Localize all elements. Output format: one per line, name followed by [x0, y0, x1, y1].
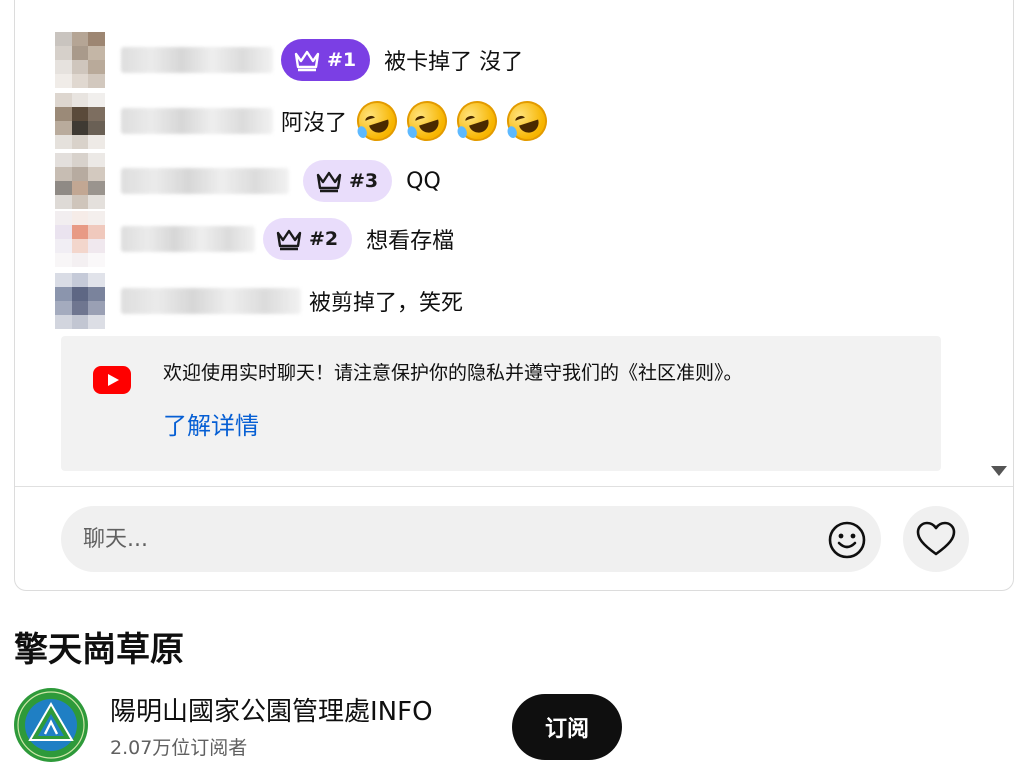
emoji-picker-smile-icon[interactable] — [827, 520, 867, 560]
avatar[interactable] — [55, 153, 105, 209]
channel-avatar[interactable] — [14, 688, 88, 762]
scroll-down-arrow-icon[interactable] — [991, 466, 1007, 476]
chat-input[interactable] — [61, 506, 881, 572]
rank-badge-label: #1 — [327, 49, 357, 71]
chat-message-text: 被卡掉了 沒了 — [384, 50, 524, 75]
rank-badge: #1 — [281, 39, 371, 81]
rank-badge-label: #2 — [309, 228, 339, 250]
rolling-laughing-emoji — [401, 95, 453, 147]
chat-message: #1 被卡掉了 沒了 — [55, 32, 523, 88]
like-heart-button[interactable] — [903, 506, 969, 572]
username-blurred[interactable] — [121, 47, 273, 73]
avatar[interactable] — [55, 93, 105, 149]
username-blurred[interactable] — [121, 226, 255, 252]
rolling-laughing-emoji — [451, 95, 503, 147]
chat-message: #3 QQ — [55, 153, 441, 209]
username-blurred[interactable] — [121, 168, 289, 194]
divider — [15, 486, 1013, 487]
avatar[interactable] — [55, 211, 105, 267]
live-chat-panel: #1 被卡掉了 沒了 阿沒了 #3 QQ #2 想看存檔 被剪掉了，笑死 欢迎使… — [14, 0, 1014, 591]
rank-badge-label: #3 — [349, 170, 379, 192]
chat-message: 阿沒了 — [55, 93, 553, 149]
crown-icon — [294, 50, 320, 72]
subscribe-button[interactable]: 订阅 — [512, 694, 622, 760]
youtube-icon — [93, 366, 131, 394]
rolling-laughing-emoji — [351, 95, 403, 147]
notice-text: 欢迎使用实时聊天！请注意保护你的隐私并遵守我们的《社区准则》。 — [163, 362, 743, 384]
chat-message-text: 想看存檔 — [366, 229, 455, 254]
avatar[interactable] — [55, 32, 105, 88]
park-logo-icon — [15, 689, 87, 761]
rank-badge: #2 — [263, 218, 353, 260]
chat-welcome-notice: 欢迎使用实时聊天！请注意保护你的隐私并遵守我们的《社区准则》。 了解详情 — [61, 336, 941, 471]
username-blurred[interactable] — [121, 108, 273, 134]
username-blurred[interactable] — [121, 288, 301, 314]
chat-message-text: 被剪掉了，笑死 — [309, 291, 464, 316]
learn-more-link[interactable]: 了解详情 — [163, 406, 259, 441]
crown-icon — [276, 229, 302, 251]
chat-message-text: QQ — [406, 168, 441, 194]
avatar[interactable] — [55, 273, 105, 329]
chat-message: 被剪掉了，笑死 — [55, 273, 463, 329]
crown-icon — [316, 171, 342, 193]
chat-message-text: 阿沒了 — [281, 111, 348, 136]
rolling-laughing-emoji — [501, 95, 553, 147]
subscriber-count: 2.07万位订阅者 — [110, 737, 248, 759]
video-title: 擎天崗草原 — [14, 630, 184, 670]
heart-icon — [916, 521, 956, 556]
rank-badge: #3 — [303, 160, 393, 202]
channel-name[interactable]: 陽明山國家公園管理處INFO — [110, 691, 433, 728]
chat-message: #2 想看存檔 — [55, 211, 454, 267]
